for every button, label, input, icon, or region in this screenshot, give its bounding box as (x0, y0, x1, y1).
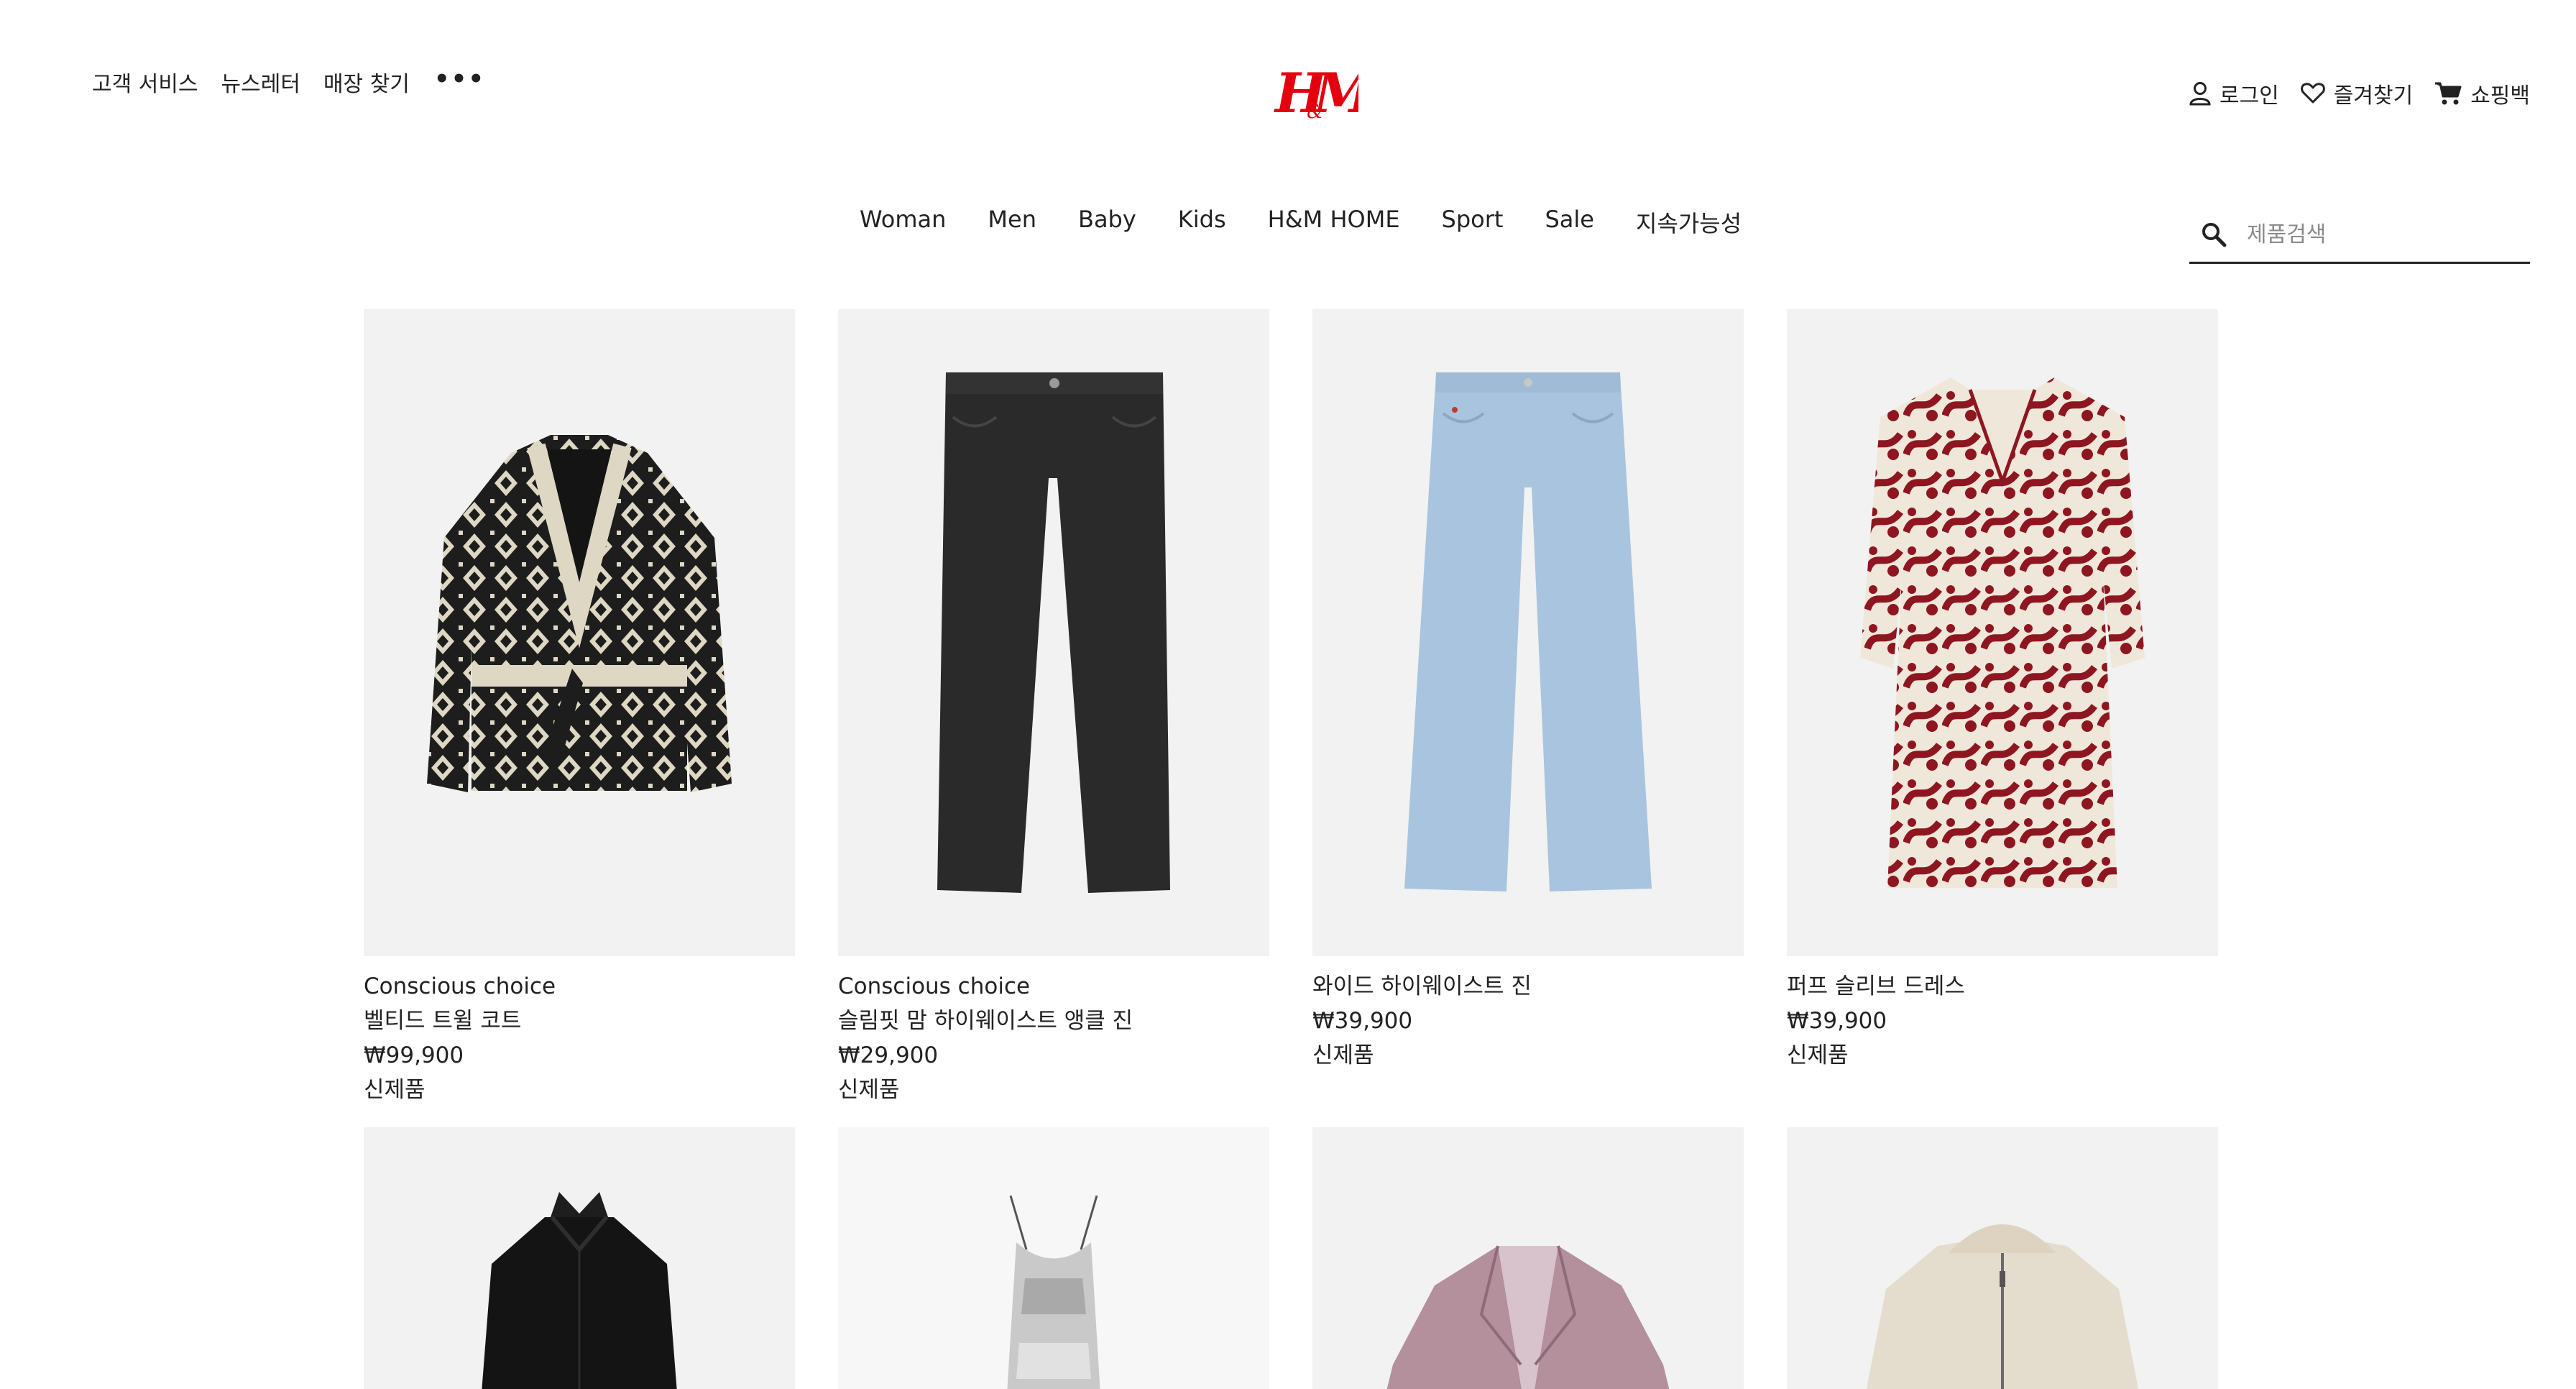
more-dots-icon[interactable]: ••• (434, 67, 485, 91)
login-link[interactable]: 로그인 (2189, 78, 2279, 109)
new-badge: 신제품 (1787, 1042, 1849, 1068)
cart-icon (2435, 82, 2462, 105)
search-icon[interactable] (2201, 221, 2227, 247)
product-price: ₩29,900 (838, 1042, 939, 1068)
product-info: Conscious choice 벨티드 트윌 코트 ₩99,900 신제품 (364, 956, 795, 1110)
product-card[interactable] (364, 1127, 795, 1389)
product-name[interactable]: 퍼프 슬리브 드레스 (1787, 969, 2218, 1004)
sequin-dress-image-icon (1007, 1195, 1100, 1389)
dress-image-icon (1860, 377, 2145, 888)
nav-item-sustainability[interactable]: 지속가능성 (1636, 206, 1742, 239)
product-price: ₩39,900 (1787, 1008, 1887, 1034)
product-card[interactable]: Conscious choice 벨티드 트윌 코트 ₩99,900 신제품 (364, 309, 795, 1110)
product-image[interactable] (838, 1127, 1269, 1389)
wide-jeans-image-icon (1404, 372, 1652, 891)
new-badge: 신제품 (1312, 1042, 1374, 1068)
store-locator-link[interactable]: 매장 찾기 (323, 66, 410, 98)
product-name[interactable]: 와이드 하이웨이스트 진 (1312, 969, 1744, 1004)
hm-logo[interactable]: H & M (1272, 59, 1376, 125)
coat-image-icon (427, 435, 732, 792)
product-image[interactable] (1787, 1127, 2218, 1389)
heart-icon (2300, 83, 2325, 104)
nav-item-kids[interactable]: Kids (1178, 206, 1226, 239)
product-name[interactable]: 벨티드 트윌 코트 (364, 1004, 795, 1038)
product-card[interactable] (838, 1127, 1269, 1389)
black-dress-image-icon (482, 1192, 677, 1389)
product-card[interactable]: Conscious choice 슬림핏 맘 하이웨이스트 앵클 진 ₩29,9… (838, 309, 1269, 1110)
nav-item-men[interactable]: Men (988, 206, 1036, 239)
shopping-bag-label: 쇼핑백 (2470, 83, 2530, 109)
search-input[interactable] (2245, 221, 2507, 248)
product-info: 와이드 하이웨이스트 진 ₩39,900 신제품 (1312, 956, 1744, 1110)
product-info: Conscious choice 슬림핏 맘 하이웨이스트 앵클 진 ₩29,9… (838, 956, 1269, 1110)
product-image[interactable] (364, 309, 795, 956)
nav-item-baby[interactable]: Baby (1078, 206, 1136, 239)
favorites-label: 즐겨찾기 (2333, 83, 2414, 109)
teddy-jacket-image-icon (1866, 1224, 2139, 1389)
nav-item-sale[interactable]: Sale (1545, 206, 1594, 239)
utility-links: 고객 서비스 뉴스레터 매장 찾기 ••• (92, 66, 485, 98)
product-image[interactable] (1312, 1127, 1744, 1389)
pink-blazer-image-icon (1386, 1245, 1670, 1389)
newsletter-link[interactable]: 뉴스레터 (221, 66, 300, 98)
account-links: 로그인 즐겨찾기 쇼핑백 (2189, 78, 2530, 109)
shopping-bag-link[interactable]: 쇼핑백 (2434, 78, 2530, 109)
main-navigation: Woman Men Baby Kids H&M HOME Sport Sale … (860, 206, 1742, 239)
jeans-image-icon (937, 372, 1170, 893)
product-image[interactable] (364, 1127, 795, 1389)
product-grid: Conscious choice 벨티드 트윌 코트 ₩99,900 신제품 C… (364, 309, 2218, 1389)
customer-service-link[interactable]: 고객 서비스 (92, 66, 198, 98)
product-image[interactable] (1787, 309, 2218, 956)
nav-item-sport[interactable]: Sport (1442, 206, 1504, 239)
product-card[interactable]: 퍼프 슬리브 드레스 ₩39,900 신제품 (1787, 309, 2218, 1110)
product-tag: Conscious choice (838, 973, 1031, 999)
product-tag: Conscious choice (364, 973, 556, 999)
nav-item-hm-home[interactable]: H&M HOME (1268, 206, 1400, 239)
favorites-link[interactable]: 즐겨찾기 (2300, 78, 2414, 109)
login-label: 로그인 (2219, 83, 2279, 109)
product-price: ₩99,900 (364, 1042, 464, 1068)
product-image[interactable] (1312, 309, 1744, 956)
user-icon (2189, 82, 2211, 106)
product-info: 퍼프 슬리브 드레스 ₩39,900 신제품 (1787, 956, 2218, 1110)
product-price: ₩39,900 (1312, 1008, 1413, 1034)
new-badge: 신제품 (838, 1077, 900, 1103)
svg-text:M: M (1312, 61, 1358, 125)
search-bar (2189, 207, 2530, 264)
product-card[interactable] (1787, 1127, 2218, 1389)
product-name[interactable]: 슬림핏 맘 하이웨이스트 앵클 진 (838, 1004, 1269, 1038)
hm-logo-icon: H & M (1274, 61, 1376, 125)
product-card[interactable] (1312, 1127, 1744, 1389)
product-image[interactable] (838, 309, 1269, 956)
product-card[interactable]: 와이드 하이웨이스트 진 ₩39,900 신제품 (1312, 309, 1744, 1110)
hm-product-listing-page: 고객 서비스 뉴스레터 매장 찾기 ••• H & M 로그인 즐겨찾기 (0, 0, 2576, 1389)
new-badge: 신제품 (364, 1077, 426, 1103)
nav-item-woman[interactable]: Woman (860, 206, 946, 239)
